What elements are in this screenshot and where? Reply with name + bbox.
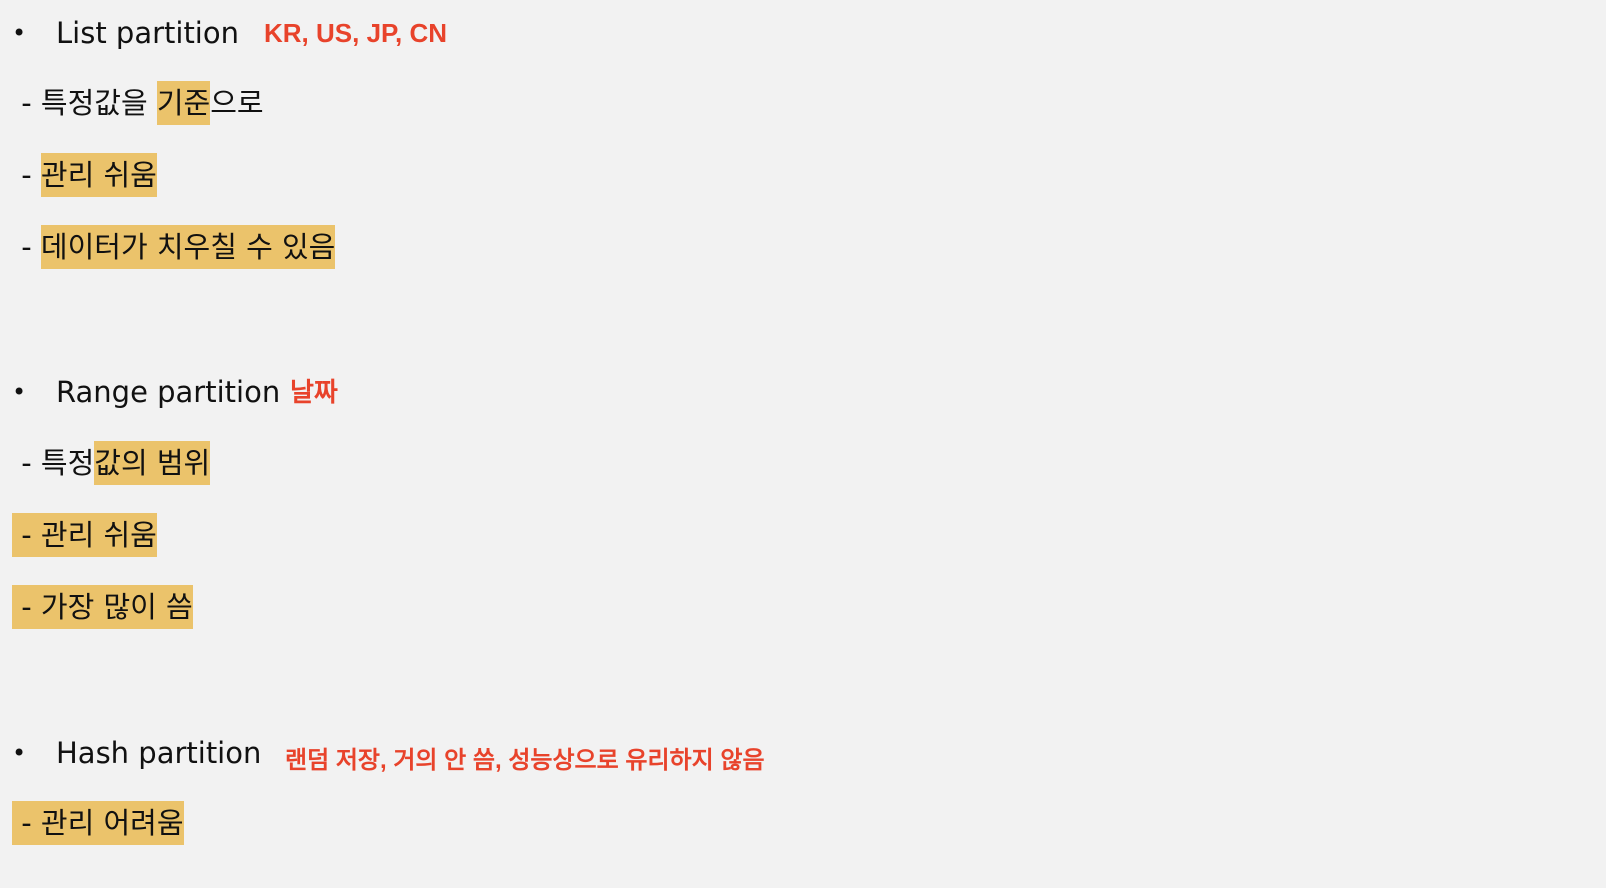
list-item: - 관리 쉬움 (12, 513, 157, 557)
item-prefix: - 특정 (12, 446, 95, 480)
list-item: - 관리 어려움 (12, 801, 184, 845)
item-suffix: 으로 (210, 86, 264, 120)
bullet-icon: • (12, 739, 27, 767)
section-title: Range partition (56, 375, 281, 409)
item-prefix: - 특정값을 (12, 86, 157, 120)
list-item: - 가장 많이 씀 (12, 585, 193, 629)
item-highlight: - 관리 쉬움 (12, 513, 157, 557)
section-title: List partition (56, 16, 239, 50)
list-item: - 관리 쉬움 (12, 153, 157, 197)
item-prefix: - (12, 230, 41, 264)
list-item: - 특정값을 기준으로 (12, 81, 264, 125)
section-note: 랜덤 저장, 거의 안 씀, 성능상으로 유리하지 않음 (285, 747, 765, 774)
section-note: KR, US, JP, CN (264, 18, 448, 48)
list-item: - 데이터가 치우칠 수 있음 (12, 225, 336, 269)
item-highlight: 기준 (156, 81, 211, 125)
item-highlight: - 가장 많이 씀 (12, 585, 193, 629)
item-prefix: - (12, 158, 41, 192)
section-title: Hash partition (56, 736, 262, 770)
list-item: - 특정값의 범위 (12, 441, 211, 485)
item-highlight: 데이터가 치우칠 수 있음 (40, 225, 336, 269)
item-highlight: 값의 범위 (94, 441, 211, 485)
item-highlight: - 관리 어려움 (12, 801, 184, 845)
bullet-icon: • (12, 19, 27, 47)
section-note: 날짜 (290, 377, 338, 407)
item-highlight: 관리 쉬움 (40, 153, 157, 197)
bullet-icon: • (12, 378, 27, 406)
